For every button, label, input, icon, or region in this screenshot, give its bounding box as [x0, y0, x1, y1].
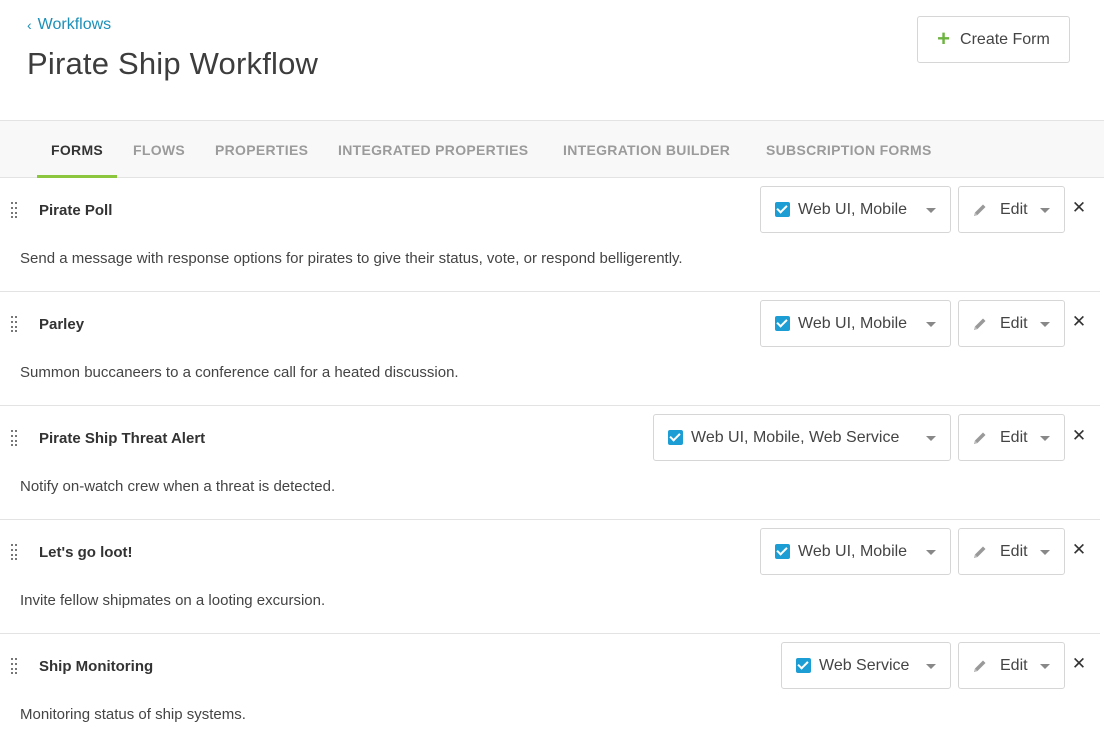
checkbox-checked-icon[interactable] — [775, 544, 790, 559]
form-row: Ship Monitoring Web Service Edit ✕ Monit… — [0, 634, 1100, 736]
checkbox-checked-icon[interactable] — [796, 658, 811, 673]
caret-down-icon — [926, 550, 936, 555]
edit-label: Edit — [1000, 428, 1028, 446]
form-row: Let's go loot! Web UI, Mobile Edit ✕ Inv… — [0, 520, 1100, 634]
tab-properties[interactable]: PROPERTIES — [215, 121, 308, 178]
edit-label: Edit — [1000, 656, 1028, 674]
tab-label: FORMS — [51, 141, 104, 158]
tab-flows[interactable]: FLOWS — [133, 121, 185, 178]
tab-forms[interactable]: FORMS — [37, 121, 118, 179]
edit-button[interactable]: Edit — [958, 642, 1065, 689]
form-row: Parley Web UI, Mobile Edit ✕ Summon bucc… — [0, 292, 1100, 406]
page-title: Pirate Ship Workflow — [27, 46, 319, 81]
channel-dropdown[interactable]: Web UI, Mobile — [760, 300, 951, 347]
channel-dropdown[interactable]: Web UI, Mobile, Web Service — [653, 414, 951, 461]
caret-down-icon — [926, 436, 936, 441]
close-icon[interactable]: ✕ — [1071, 655, 1087, 672]
back-link[interactable]: ‹ Workflows — [27, 16, 111, 34]
form-title: Pirate Ship Threat Alert — [39, 430, 206, 447]
channel-label: Web UI, Mobile, Web Service — [691, 428, 900, 446]
tab-label: INTEGRATED PROPERTIES — [338, 141, 529, 158]
page-header: ‹ Workflows Pirate Ship Workflow + Creat… — [0, 0, 1104, 120]
pencil-icon — [974, 318, 986, 330]
form-description: Monitoring status of ship systems. — [20, 706, 246, 723]
channel-label: Web UI, Mobile — [798, 314, 908, 332]
close-icon[interactable]: ✕ — [1071, 541, 1087, 558]
form-row: Pirate Ship Threat Alert Web UI, Mobile,… — [0, 406, 1100, 520]
channel-dropdown[interactable]: Web UI, Mobile — [760, 186, 951, 233]
close-icon[interactable]: ✕ — [1071, 199, 1087, 216]
caret-down-icon — [1040, 664, 1050, 669]
plus-icon: + — [937, 25, 951, 51]
caret-down-icon — [1040, 322, 1050, 327]
drag-handle-icon[interactable] — [11, 544, 19, 560]
tab-integrated-properties[interactable]: INTEGRATED PROPERTIES — [338, 121, 528, 178]
form-title: Pirate Poll — [39, 202, 113, 219]
caret-down-icon — [926, 322, 936, 327]
tab-subscription-forms[interactable]: SUBSCRIPTION FORMS — [766, 121, 932, 178]
tab-label: FLOWS — [133, 141, 186, 158]
back-link-label: Workflows — [37, 16, 112, 33]
tab-integration-builder[interactable]: INTEGRATION BUILDER — [563, 121, 730, 178]
create-form-button[interactable]: + Create Form — [917, 16, 1070, 63]
checkbox-checked-icon[interactable] — [775, 316, 790, 331]
edit-label: Edit — [1000, 314, 1028, 332]
caret-down-icon — [1040, 550, 1050, 555]
close-icon[interactable]: ✕ — [1071, 313, 1087, 330]
edit-button[interactable]: Edit — [958, 414, 1065, 461]
edit-button[interactable]: Edit — [958, 186, 1065, 233]
form-title: Parley — [39, 316, 85, 333]
drag-handle-icon[interactable] — [11, 202, 19, 218]
tab-label: SUBSCRIPTION FORMS — [766, 141, 932, 158]
create-form-label: Create Form — [960, 30, 1050, 48]
tab-bar: FORMS FLOWS PROPERTIES INTEGRATED PROPER… — [0, 120, 1104, 179]
caret-down-icon — [926, 664, 936, 669]
checkbox-checked-icon[interactable] — [775, 202, 790, 217]
chevron-left-icon: ‹ — [27, 17, 32, 33]
pencil-icon — [974, 432, 986, 444]
channel-dropdown[interactable]: Web Service — [781, 642, 951, 689]
checkbox-checked-icon[interactable] — [668, 430, 683, 445]
channel-label: Web UI, Mobile — [798, 200, 908, 218]
pencil-icon — [974, 660, 986, 672]
channel-label: Web UI, Mobile — [798, 542, 908, 560]
edit-button[interactable]: Edit — [958, 300, 1065, 347]
pencil-icon — [974, 204, 986, 216]
form-description: Summon buccaneers to a conference call f… — [20, 364, 459, 381]
edit-label: Edit — [1000, 542, 1028, 560]
caret-down-icon — [1040, 436, 1050, 441]
form-row: Pirate Poll Web UI, Mobile Edit ✕ Send a… — [0, 178, 1100, 292]
tab-label: PROPERTIES — [215, 141, 309, 158]
channel-dropdown[interactable]: Web UI, Mobile — [760, 528, 951, 575]
tab-label: INTEGRATION BUILDER — [563, 141, 731, 158]
pencil-icon — [974, 546, 986, 558]
form-description: Notify on-watch crew when a threat is de… — [20, 478, 336, 495]
form-description: Invite fellow shipmates on a looting exc… — [20, 592, 326, 609]
caret-down-icon — [1040, 208, 1050, 213]
form-title: Let's go loot! — [39, 544, 133, 561]
drag-handle-icon[interactable] — [11, 316, 19, 332]
channel-label: Web Service — [819, 656, 910, 674]
caret-down-icon — [926, 208, 936, 213]
form-description: Send a message with response options for… — [20, 250, 683, 267]
drag-handle-icon[interactable] — [11, 430, 19, 446]
form-title: Ship Monitoring — [39, 658, 154, 675]
close-icon[interactable]: ✕ — [1071, 427, 1087, 444]
drag-handle-icon[interactable] — [11, 658, 19, 674]
edit-label: Edit — [1000, 200, 1028, 218]
edit-button[interactable]: Edit — [958, 528, 1065, 575]
